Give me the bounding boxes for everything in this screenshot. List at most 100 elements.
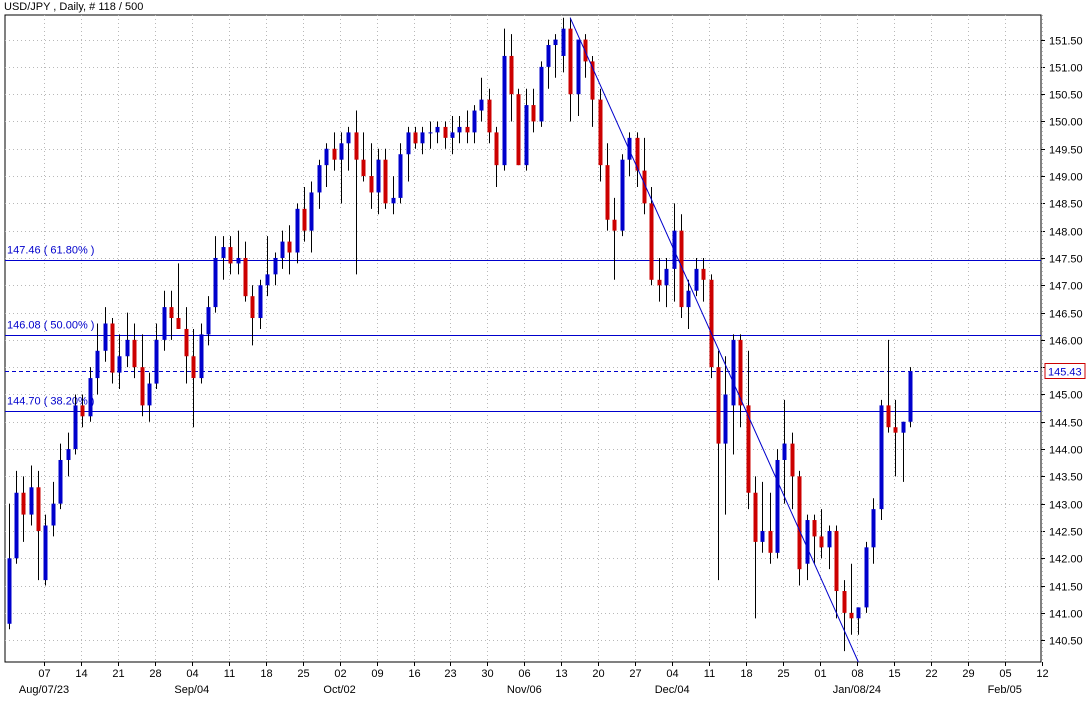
candle-up <box>58 459 63 504</box>
x-tick-label: 06 <box>518 668 530 680</box>
candle-up <box>199 334 204 379</box>
candle-up <box>664 268 669 286</box>
x-tick-label: 21 <box>112 668 124 680</box>
candle-up <box>775 459 780 553</box>
x-tick-label: 27 <box>629 668 641 680</box>
candle-down <box>753 492 758 542</box>
fib-level-label: 146.08 ( 50.00% ) <box>7 320 94 332</box>
y-tick-label: 151.50 <box>1049 36 1083 48</box>
candle-down <box>36 487 41 531</box>
candle-up <box>782 443 787 460</box>
x-month-label: Sep/04 <box>174 684 209 696</box>
candle-up <box>376 159 381 193</box>
candle-down <box>605 165 610 220</box>
candle-up <box>420 132 425 144</box>
candle-up <box>546 45 551 67</box>
candle-up <box>7 558 12 624</box>
candle-down <box>768 530 773 553</box>
candle-up <box>901 421 906 433</box>
candle-down <box>413 132 418 144</box>
price-chart[interactable]: 140.50 141.00 141.50 142.00 142.50 143.00 143.… <box>0 0 1090 703</box>
y-tick-label: 147.00 <box>1049 281 1083 293</box>
y-tick-label: 146.50 <box>1049 309 1083 321</box>
x-tick-label: 05 <box>999 668 1011 680</box>
candle-up <box>760 530 765 542</box>
candle-up <box>117 356 122 373</box>
candle-down <box>465 126 470 133</box>
y-tick-label: 149.50 <box>1049 145 1083 157</box>
candle-down <box>531 105 536 122</box>
x-month-label: Aug/07/23 <box>19 684 69 696</box>
fib-level-label: 147.46 ( 61.80% ) <box>7 245 94 257</box>
candle-up <box>95 350 100 379</box>
candle-up <box>258 285 263 319</box>
candle-down <box>132 339 137 368</box>
candle-up <box>428 132 433 134</box>
candle-down <box>302 208 307 231</box>
x-tick-label: 29 <box>962 668 974 680</box>
candle-up <box>805 520 810 564</box>
candle-down <box>583 39 588 62</box>
candle-up <box>398 154 403 198</box>
candle-down <box>612 219 617 231</box>
candle-down <box>169 307 174 319</box>
candle-up <box>871 509 876 548</box>
y-tick-label: 147.50 <box>1049 254 1083 266</box>
candle-up <box>14 492 19 559</box>
candle-down <box>228 247 233 264</box>
y-tick-label: 151.00 <box>1049 63 1083 75</box>
candle-down <box>509 55 514 95</box>
candle-down <box>383 159 388 204</box>
x-month-label: Nov/06 <box>507 684 542 696</box>
x-tick-label: 14 <box>75 668 87 680</box>
candle-down <box>110 323 115 373</box>
candle-up <box>43 525 48 581</box>
candle-up <box>103 323 108 351</box>
x-tick-label: 01 <box>814 668 826 680</box>
x-tick-label: 04 <box>186 668 198 680</box>
candle-down <box>250 296 255 319</box>
candle-down <box>842 591 847 613</box>
candle-up <box>576 39 581 95</box>
candle-up <box>539 66 544 122</box>
candle-down <box>701 268 706 280</box>
candle-up <box>694 268 699 291</box>
x-month-label: Feb/05 <box>988 684 1022 696</box>
x-tick-label: 04 <box>666 668 678 680</box>
candle-down <box>893 427 898 433</box>
candle-down <box>797 476 802 570</box>
candle-down <box>790 443 795 477</box>
candle-up <box>472 110 477 133</box>
x-tick-label: 11 <box>224 668 235 680</box>
candle-down <box>516 94 521 166</box>
y-tick-label: 145.00 <box>1049 390 1083 402</box>
candle-up <box>317 165 322 193</box>
candle-down <box>716 367 721 444</box>
candle-up <box>524 105 529 166</box>
candle-up <box>309 192 314 231</box>
candle-up <box>29 487 34 515</box>
candle-down <box>494 132 499 166</box>
x-tick-label: 22 <box>925 668 937 680</box>
x-tick-label: 13 <box>555 668 567 680</box>
x-month-label: Oct/02 <box>323 684 355 696</box>
y-tick-label: 144.00 <box>1049 445 1083 457</box>
y-tick-label: 150.50 <box>1049 90 1083 102</box>
candle-up <box>295 208 300 253</box>
candle-up <box>908 370 913 422</box>
candle-down <box>487 99 492 133</box>
x-tick-label: 11 <box>704 668 715 680</box>
candle-down <box>191 356 196 379</box>
candle-down <box>443 126 448 138</box>
candle-down <box>598 99 603 166</box>
candle-down <box>243 257 248 297</box>
candle-up <box>154 339 159 384</box>
x-tick-label: 20 <box>592 668 604 680</box>
y-tick-label: 149.00 <box>1049 172 1083 184</box>
x-month-label: Dec/04 <box>655 684 690 696</box>
y-tick-label: 144.50 <box>1049 418 1083 430</box>
candle-up <box>147 383 152 406</box>
y-tick-label: 141.50 <box>1049 582 1083 594</box>
x-tick-label: 15 <box>888 668 900 680</box>
x-tick-label: 08 <box>851 668 863 680</box>
